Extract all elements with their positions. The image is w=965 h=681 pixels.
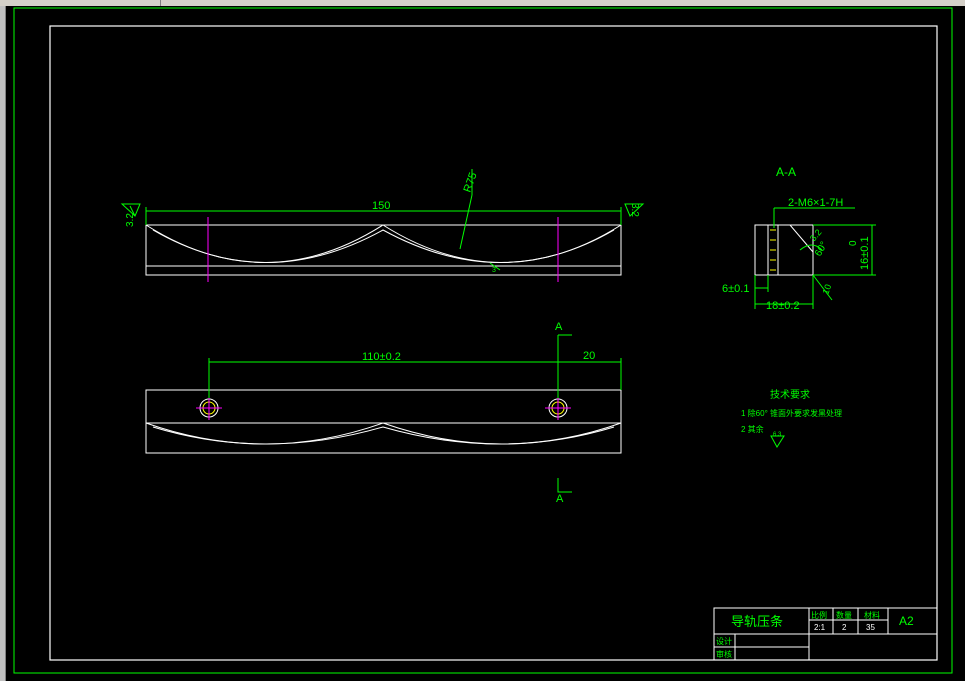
dim-hole-spacing-text: 110±0.2	[362, 351, 401, 363]
side-mark-text: 10	[820, 283, 833, 296]
roughness-right-text: 3.2	[629, 203, 640, 217]
section-label-bottom: A	[556, 493, 564, 505]
inner-frame	[49, 25, 938, 661]
front-view-arc-inner	[152, 229, 615, 263]
qty-value: 2	[842, 623, 847, 632]
section-view	[754, 224, 814, 276]
notes-title: 技术要求	[770, 388, 810, 401]
notes-item-1: 1 除60° 锥面外要求发黑处理	[741, 408, 842, 418]
roughness-left-text: 3.2	[125, 213, 136, 227]
dim-edge-text: 20	[583, 350, 595, 362]
height-text: 16±0.1	[859, 236, 871, 270]
notes-item-2: 2 其余	[741, 424, 764, 434]
radius-leader	[459, 194, 473, 250]
dim-length-text: 150	[372, 200, 390, 212]
sheet-size: A2	[899, 614, 914, 628]
scale-label: 比例	[811, 610, 827, 620]
design-label: 设计	[716, 636, 732, 646]
outer-frame	[13, 7, 953, 674]
width-left-text: 6±0.1	[722, 283, 749, 295]
qty-label: 数量	[836, 610, 852, 620]
front-view	[145, 224, 622, 276]
width-total-text: 18±0.2	[766, 300, 800, 312]
top-view-outline	[145, 389, 622, 454]
scale-value: 2:1	[814, 623, 826, 632]
height-zero-text: 0	[848, 240, 859, 246]
roughness-note-text: 6.3	[773, 432, 782, 438]
top-view-arc-inner	[152, 426, 615, 445]
front-view-outline	[145, 224, 622, 276]
thread-text: 2-M6×1-7H	[788, 197, 843, 209]
section-title: A-A	[776, 165, 796, 179]
section-arrow-bottom	[557, 478, 572, 493]
material-label: 材料	[864, 610, 880, 620]
section-label-top: A	[555, 321, 563, 333]
part-name: 导轨压条	[731, 614, 783, 629]
top-view	[145, 389, 622, 454]
cad-drawing-canvas[interactable]: 150 R75 3.2 3.2 3 110±0.2 20 A A A-A 2-M…	[6, 6, 965, 681]
small-mark-text: 3	[492, 267, 496, 274]
review-label: 审核	[716, 649, 732, 659]
section-outline	[754, 224, 814, 276]
section-arrow-top	[557, 334, 572, 348]
radius-text: R75	[462, 171, 480, 194]
material-value: 35	[866, 623, 875, 632]
